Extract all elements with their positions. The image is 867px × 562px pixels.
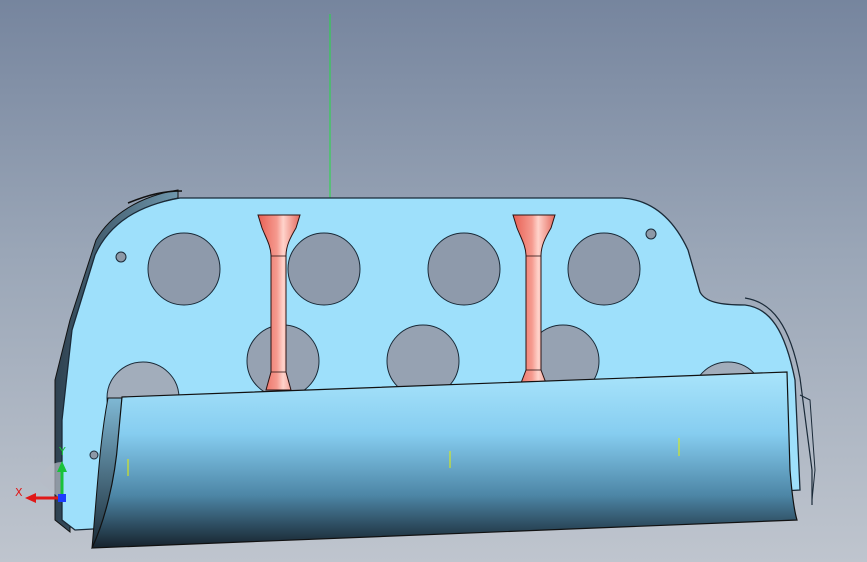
small-bolt-hole [645,228,657,240]
port-hole [567,232,641,306]
port-hole [427,232,501,306]
small-bolt-hole [115,251,127,263]
curved-blade[interactable] [91,371,798,549]
x-axis-label: X [15,486,23,499]
cad-viewport[interactable]: Y X [0,0,867,562]
port-hole [147,232,221,306]
model-canvas[interactable]: Y X [0,0,867,562]
port-hole [287,232,361,306]
y-axis-label: Y [58,445,66,458]
plate-right-edge-2 [799,394,816,501]
axis-triad: Y X [15,445,67,503]
small-bolt-hole [89,450,99,460]
